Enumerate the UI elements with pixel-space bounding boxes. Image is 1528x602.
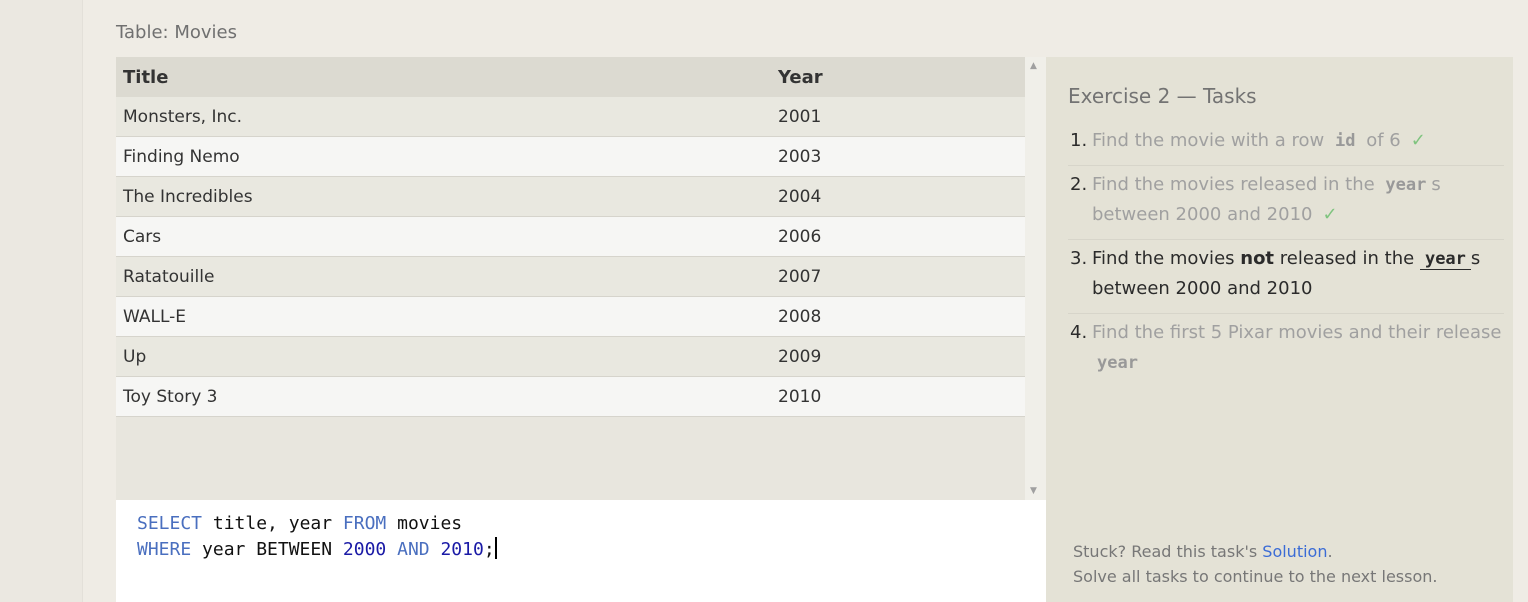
task-item-4: 4. Find the first 5 Pixar movies and thei…: [1068, 314, 1504, 387]
table-row: WALL-E 2008: [116, 296, 1025, 337]
table-row: Monsters, Inc. 2001: [116, 97, 1025, 137]
sql-keyword: WHERE: [137, 539, 192, 560]
text-cursor: [494, 537, 497, 559]
cell-year: 2004: [771, 176, 1025, 217]
table-row: Cars 2006: [116, 216, 1025, 257]
left-margin: [0, 0, 83, 602]
column-header-title: Title: [116, 57, 771, 97]
cell-year: 2001: [771, 97, 1025, 137]
sql-text: year BETWEEN: [191, 539, 343, 560]
task-number: 4.: [1070, 322, 1088, 343]
cell-title: Cars: [116, 216, 771, 257]
table-header-row: Title Year: [116, 57, 1025, 97]
sql-text: movies: [386, 513, 463, 534]
help-suffix: .: [1327, 542, 1333, 561]
scroll-up-icon[interactable]: ▲: [1030, 61, 1037, 71]
cell-year: 2006: [771, 216, 1025, 257]
task-text: Find the movie with a row: [1092, 130, 1330, 151]
sql-keyword: FROM: [342, 513, 387, 534]
task-text: Find the first 5 Pixar movies and their …: [1092, 322, 1502, 343]
sql-text: title, year: [202, 513, 343, 534]
help-line-2: Solve all tasks to continue to the next …: [1073, 567, 1438, 586]
cell-title: The Incredibles: [116, 176, 771, 217]
task-item-3: 3. Find the movies not released in the ye…: [1068, 240, 1504, 314]
table-row: The Incredibles 2004: [116, 176, 1025, 217]
sql-line-2: WHERE year BETWEEN 2000 AND 2010;: [137, 537, 497, 560]
table-row: Toy Story 3 2010: [116, 376, 1025, 417]
task-number: 2.: [1070, 174, 1088, 195]
table-row: Up 2009: [116, 336, 1025, 377]
result-scrollbar[interactable]: ▲ ▼: [1025, 57, 1046, 500]
column-header-year: Year: [771, 57, 1025, 97]
cell-title: WALL-E: [116, 296, 771, 337]
task-item-2: 2. Find the movies released in the year s …: [1068, 166, 1504, 240]
cell-title: Finding Nemo: [116, 136, 771, 177]
task-code: year: [1097, 353, 1138, 373]
task-text: Find the movies: [1092, 248, 1241, 269]
cell-title: Ratatouille: [116, 256, 771, 297]
cell-year: 2003: [771, 136, 1025, 177]
cell-year: 2010: [771, 376, 1025, 417]
task-number: 1.: [1070, 130, 1088, 151]
checkmark-icon: ✓: [1410, 130, 1426, 151]
solution-link[interactable]: Solution: [1262, 542, 1327, 561]
sql-keyword: AND: [397, 539, 430, 560]
cell-title: Toy Story 3: [116, 376, 771, 417]
task-code: id: [1334, 131, 1356, 151]
sql-line-1: SELECT title, year FROM movies: [137, 513, 462, 534]
tasks-title: Exercise 2 — Tasks: [1068, 84, 1257, 108]
task-text: of 6: [1360, 130, 1401, 151]
sql-keyword: SELECT: [137, 513, 203, 534]
checkmark-icon: ✓: [1322, 204, 1338, 225]
task-code: year: [1385, 175, 1427, 195]
sql-number: 2000: [342, 539, 387, 560]
cell-title: Up: [116, 336, 771, 377]
task-number: 3.: [1070, 248, 1088, 269]
sql-number: 2010: [440, 539, 484, 560]
task-list: 1. Find the movie with a row id of 6 ✓ 2. F…: [1068, 122, 1504, 387]
table-row: Finding Nemo 2003: [116, 136, 1025, 177]
task-code: year: [1419, 249, 1471, 270]
lesson-content: Table: Movies Title Year Monsters, Inc. …: [83, 0, 1528, 602]
cell-year: 2008: [771, 296, 1025, 337]
result-table-panel: Title Year Monsters, Inc. 2001 Finding N…: [116, 57, 1025, 500]
scroll-down-icon[interactable]: ▼: [1030, 486, 1037, 496]
cell-title: Monsters, Inc.: [116, 97, 771, 137]
cell-year: 2009: [771, 336, 1025, 377]
help-text: Stuck? Read this task's Solution. Solve …: [1073, 539, 1437, 589]
cell-year: 2007: [771, 256, 1025, 297]
table-row: Ratatouille 2007: [116, 256, 1025, 297]
result-table: Title Year Monsters, Inc. 2001 Finding N…: [116, 57, 1025, 417]
table-caption: Table: Movies: [116, 22, 237, 43]
task-text: Find the movies released in the: [1092, 174, 1381, 195]
sql-text: ;: [483, 539, 495, 560]
help-prefix: Stuck? Read this task's: [1073, 542, 1263, 561]
task-emphasis: not: [1240, 248, 1275, 269]
task-text: released in the: [1274, 248, 1420, 269]
sql-editor[interactable]: SELECT title, year FROM movies WHERE yea…: [116, 500, 1046, 602]
tasks-panel: Exercise 2 — Tasks 1. Find the movie with…: [1046, 57, 1513, 602]
task-item-1: 1. Find the movie with a row id of 6 ✓: [1068, 122, 1504, 166]
